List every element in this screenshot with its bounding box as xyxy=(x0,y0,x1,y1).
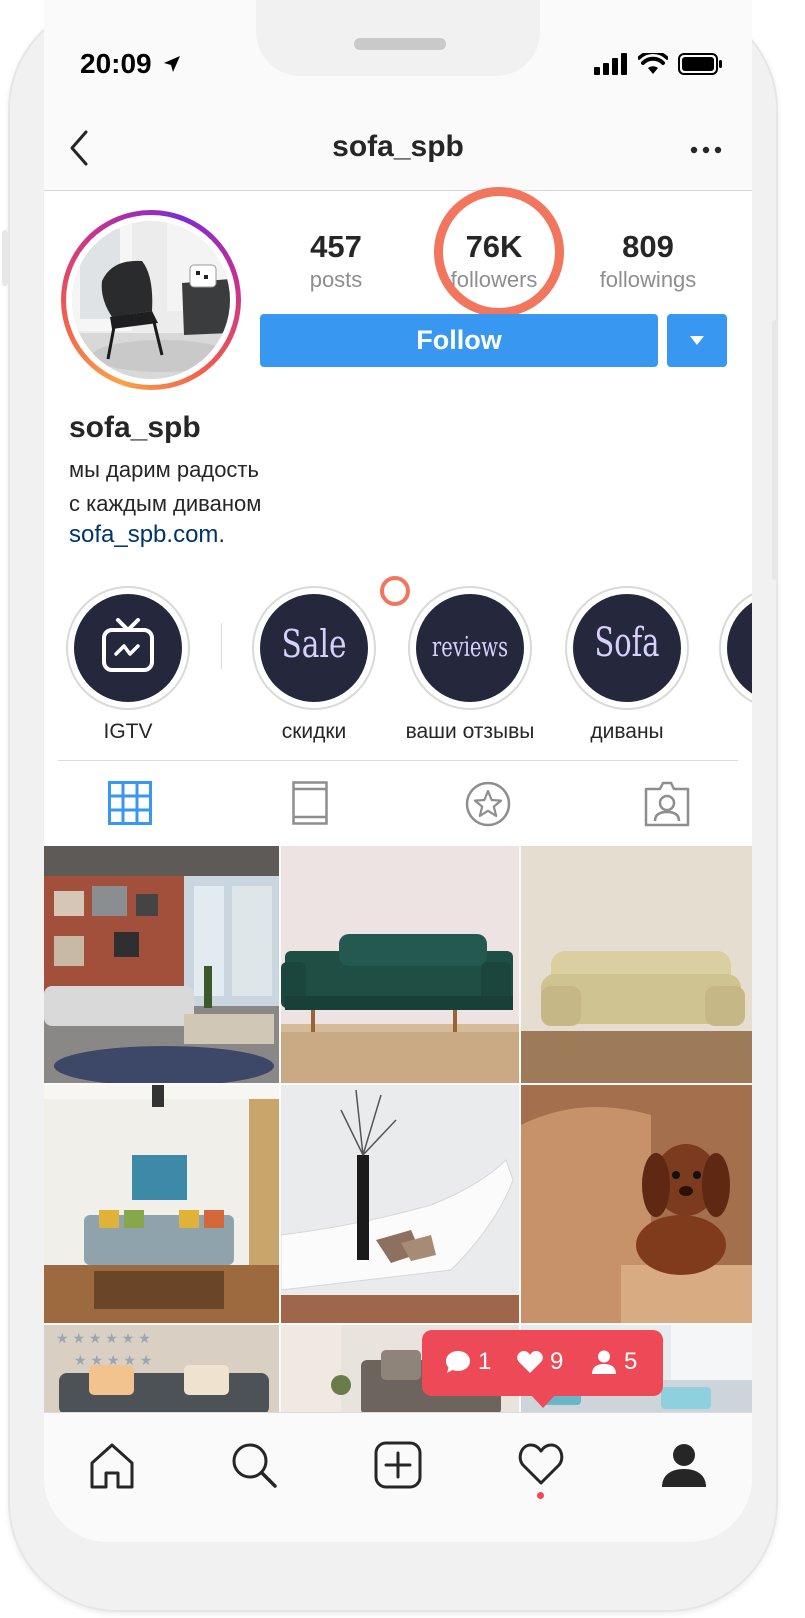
person-icon xyxy=(592,1350,616,1374)
side-button xyxy=(772,320,778,580)
profile-website-link[interactable]: sofa_spb.com. xyxy=(69,521,225,549)
avatar-photo-chair xyxy=(72,221,230,379)
profile-tabs xyxy=(58,760,738,847)
stat-label: followings xyxy=(599,267,697,292)
stat-value: 809 xyxy=(622,229,674,264)
notif-likes: 9 xyxy=(516,1348,563,1376)
highlight-ring: Sofa xyxy=(565,586,689,710)
highlight-cover: reviews xyxy=(416,594,524,702)
highlight-sofa[interactable]: Sofa диваны xyxy=(552,586,702,744)
home-icon[interactable] xyxy=(88,1441,136,1489)
battery-icon xyxy=(678,53,722,75)
photo-grid: ★ ★ ★ ★ ★ ★ ★ ★ ★ ★ ★ xyxy=(44,846,752,1412)
speaker xyxy=(354,38,446,50)
add-post-icon[interactable] xyxy=(374,1441,422,1489)
annotation-circle xyxy=(434,187,564,317)
bottom-tab-bar xyxy=(44,1412,752,1542)
highlight-ring xyxy=(719,586,752,710)
highlight-label: IGTV xyxy=(103,720,153,743)
stat-value: 457 xyxy=(310,229,362,264)
phone-frame: 20:09 sofa_spb 457 posts 76K followers 8… xyxy=(2,0,778,1612)
avatar xyxy=(72,221,230,379)
profile-bio: мы дарим радость с каждым диваном xyxy=(69,453,261,521)
page-title: sofa_spb xyxy=(332,130,464,163)
highlight-ring: Sale xyxy=(252,586,376,710)
wifi-icon xyxy=(638,53,668,74)
navbar: sofa_spb xyxy=(44,110,752,191)
highlight-cover xyxy=(74,594,182,702)
heart-icon xyxy=(517,1351,543,1373)
activity-heart-icon[interactable] xyxy=(517,1441,565,1487)
svg-text:★ ★ ★ ★ ★ ★: ★ ★ ★ ★ ★ ★ xyxy=(56,1330,151,1346)
notif-follows: 5 xyxy=(590,1348,637,1376)
bio-line: мы дарим радость xyxy=(69,457,259,482)
suggestions-dropdown-button[interactable] xyxy=(667,314,727,367)
notif-comments: 1 xyxy=(444,1348,491,1376)
profile-icon[interactable] xyxy=(660,1441,708,1489)
highlight-cover-text: reviews xyxy=(431,632,509,663)
grid-photo[interactable] xyxy=(521,846,752,1083)
grid-photo[interactable] xyxy=(44,1085,279,1323)
cellular-signal-icon xyxy=(594,53,627,75)
highlight-reviews[interactable]: reviews ваши отзывы xyxy=(395,586,545,744)
highlight-ring xyxy=(66,586,190,710)
highlight-cover xyxy=(727,594,752,702)
highlight-label: диваны xyxy=(590,720,664,743)
notif-count: 9 xyxy=(550,1348,564,1375)
highlight-divider xyxy=(221,623,222,669)
grid-photo[interactable]: ★ ★ ★ ★ ★ ★ ★ ★ ★ ★ ★ xyxy=(44,1325,279,1412)
notif-count: 1 xyxy=(478,1348,492,1375)
bubble-tail xyxy=(530,1394,556,1408)
side-button xyxy=(2,230,8,286)
location-arrow-icon xyxy=(164,56,180,72)
activity-indicator-dot xyxy=(537,1492,544,1499)
profile-username: sofa_spb xyxy=(69,411,201,444)
feed-icon[interactable] xyxy=(292,781,328,825)
highlight-cover: Sofa xyxy=(573,594,681,702)
tagged-star-icon[interactable] xyxy=(465,781,511,827)
igtv-icon xyxy=(102,618,154,672)
grid-photo[interactable] xyxy=(281,1085,519,1323)
status-icons xyxy=(594,52,724,76)
grid-photo[interactable] xyxy=(44,846,279,1083)
avatar-story-ring[interactable] xyxy=(61,210,241,390)
stat-posts[interactable]: 457 posts xyxy=(266,229,406,295)
highlight-igtv[interactable]: IGTV xyxy=(53,586,203,744)
stat-label: posts xyxy=(309,267,363,292)
highlight-sale[interactable]: Sale скидки xyxy=(239,586,389,744)
grid-icon[interactable] xyxy=(108,781,152,825)
profile-header: 457 posts 76K followers 809 followings F… xyxy=(44,187,752,847)
more-options-icon[interactable] xyxy=(690,146,722,154)
highlight-partial[interactable] xyxy=(706,586,752,710)
tagged-person-icon[interactable] xyxy=(644,781,690,827)
bio-line: с каждым диваном xyxy=(69,491,262,516)
highlight-ring: reviews xyxy=(408,586,532,710)
grid-photo[interactable] xyxy=(281,846,519,1083)
comment-icon xyxy=(446,1351,470,1373)
activity-notification-bubble[interactable]: 1 9 5 xyxy=(422,1330,663,1408)
annotation-circle xyxy=(380,576,410,606)
status-time: 20:09 xyxy=(80,48,152,79)
grid-photo[interactable] xyxy=(521,1085,752,1323)
avatar-border xyxy=(66,215,236,385)
screen: 20:09 sofa_spb 457 posts 76K followers 8… xyxy=(44,0,752,1542)
highlight-label: ваши отзывы xyxy=(405,720,535,743)
search-icon[interactable] xyxy=(230,1441,278,1489)
highlight-cover-text: Sofa xyxy=(594,620,660,666)
highlight-label: скидки xyxy=(281,720,347,743)
follow-button[interactable]: Follow xyxy=(260,314,658,367)
notif-count: 5 xyxy=(624,1348,638,1375)
caret-down-icon xyxy=(690,336,704,345)
highlight-cover-text: Sale xyxy=(281,622,347,666)
stat-followings[interactable]: 809 followings xyxy=(578,229,718,295)
highlight-cover: Sale xyxy=(260,594,368,702)
